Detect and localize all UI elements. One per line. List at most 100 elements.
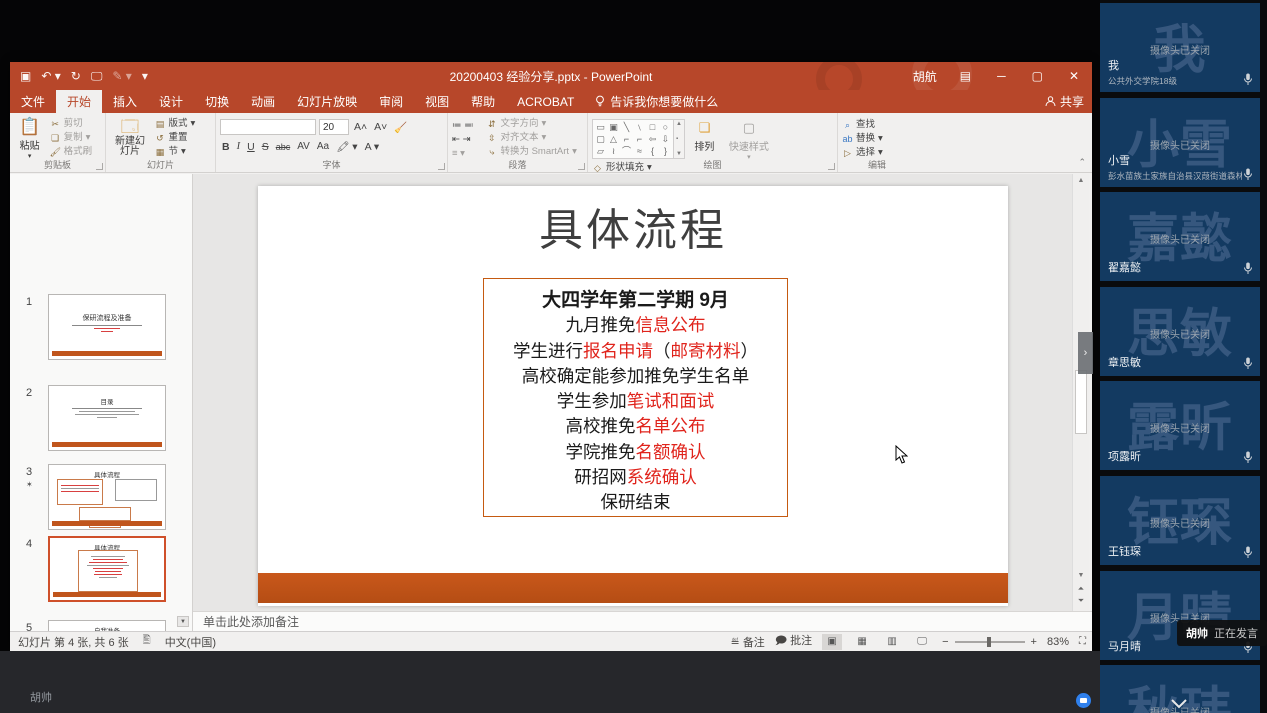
shapes-gallery[interactable]: ▭▣╲﹨□○▢△⌐⌐⇦⇩▱≀⌒≈{} (592, 119, 674, 159)
font-style-button-abc[interactable]: abc (274, 142, 293, 152)
collapse-ribbon-icon[interactable]: ⌃ (1078, 157, 1086, 168)
start-slideshow-icon[interactable]: 🖵 (91, 69, 103, 84)
align-text-button[interactable]: ⇳对齐文本 ▾ (486, 132, 576, 144)
floating-share-indicator[interactable] (1076, 693, 1091, 708)
scroll-down-icon[interactable]: ▼ (1073, 572, 1089, 579)
tab-视图[interactable]: 视图 (414, 90, 460, 113)
slide-text-line[interactable]: 研招网系统确认 (484, 465, 787, 490)
slide-text-box[interactable]: 大四学年第二学期 9月九月推免信息公布学生进行报名申请（邮寄材料）高校确定能参加… (483, 278, 788, 517)
ribbon-display-options-icon[interactable]: ▤ (947, 62, 984, 90)
shape-icon[interactable]: ╲ (620, 121, 633, 133)
zoom-level[interactable]: 83% (1047, 636, 1069, 648)
participant-tile-项露昕[interactable]: 露昕 摄像头已关闭 项露昕 (1100, 381, 1260, 470)
normal-view-button[interactable]: ▣ (822, 634, 842, 650)
tab-帮助[interactable]: 帮助 (460, 90, 506, 113)
shape-icon[interactable]: ⌐ (620, 133, 633, 145)
slide-thumbnail-4[interactable]: 具体流程 (48, 536, 166, 602)
font-style-button-AV[interactable]: AV (295, 141, 312, 152)
dialog-launcher-icon[interactable] (578, 163, 585, 170)
zoom-slider-thumb[interactable] (987, 637, 991, 647)
shape-icon[interactable]: ○ (659, 121, 672, 133)
shape-icon[interactable]: □ (646, 121, 659, 133)
new-slide-button[interactable]: 🗔 新建幻灯片 (110, 116, 150, 160)
slideshow-view-button[interactable]: 🖵 (912, 634, 932, 650)
comments-toggle-button[interactable]: 🗩 批注 (775, 632, 812, 651)
slide-text-line[interactable]: 大四学年第二学期 9月 (484, 288, 787, 313)
slide-text-line[interactable]: 高校确定能参加推免学生名单 (484, 364, 787, 389)
slide-number-status[interactable]: 幻灯片 第 4 张, 共 6 张 (18, 634, 129, 650)
slide-title[interactable]: 具体流程 (258, 194, 1008, 258)
language-status[interactable]: 中文(中国) (165, 634, 216, 650)
arrange-button[interactable]: ❏ 排列 (689, 116, 719, 160)
cut-button[interactable]: ✂剪切 (50, 118, 93, 130)
customize-qat-icon[interactable]: ▾ (142, 69, 148, 83)
reading-view-button[interactable]: ▥ (882, 634, 902, 650)
shapes-gallery-scroll[interactable]: ▲▪▼ (674, 119, 685, 159)
copy-button[interactable]: ❏复制 ▾ (50, 132, 93, 144)
reset-button[interactable]: ↺重置 (154, 132, 195, 144)
find-button[interactable]: ⌕查找 (842, 119, 883, 131)
slide-text-line[interactable]: 学院推免名额确认 (484, 440, 787, 465)
slide-sorter-view-button[interactable]: ▦ (852, 634, 872, 650)
tab-幻灯片放映[interactable]: 幻灯片放映 (286, 90, 368, 113)
replace-button[interactable]: ab替换 ▾ (842, 133, 883, 145)
slide-text-line[interactable]: 高校推免名单公布 (484, 414, 787, 439)
font-style-button-I[interactable]: I (235, 141, 243, 152)
slide-text-line[interactable]: 学生参加笔试和面试 (484, 389, 787, 414)
shape-icon[interactable]: ⇩ (659, 133, 672, 145)
zoom-out-icon[interactable]: − (942, 636, 948, 648)
font-style-button-S[interactable]: S (260, 141, 271, 153)
slide-text-line[interactable]: 学生进行报名申请（邮寄材料） (484, 339, 787, 364)
shape-icon[interactable]: ≀ (607, 145, 620, 157)
participant-tile-小雪[interactable]: 小雪 摄像头已关闭 小雪 彭水苗族土家族自治县汉葭街道森林希望小学 (1100, 98, 1260, 187)
slide-text-line[interactable]: 九月推免信息公布 (484, 313, 787, 338)
shape-icon[interactable]: } (659, 145, 672, 157)
shape-icon[interactable]: ⌒ (620, 145, 633, 157)
bullets-icon[interactable]: ≔ ≕ (452, 120, 482, 132)
undo-icon[interactable]: ↶ ▾ (41, 69, 60, 83)
tab-文件[interactable]: 文件 (10, 90, 56, 113)
tab-设计[interactable]: 设计 (148, 90, 194, 113)
section-button[interactable]: ▦节 ▾ (154, 146, 195, 158)
slide-text-line[interactable]: 保研结束 (484, 490, 787, 515)
minimize-button[interactable]: ─ (984, 62, 1019, 90)
font-style-button-B[interactable]: B (220, 141, 232, 153)
scroll-up-icon[interactable]: ▲ (1073, 177, 1089, 184)
paste-button[interactable]: 📋 粘贴▾ (14, 116, 45, 160)
clear-format-icon[interactable]: 🧹 (392, 121, 409, 134)
grow-font-icon[interactable]: A˄ (352, 121, 369, 133)
share-button[interactable]: 共享 (1045, 90, 1084, 113)
highlight-button[interactable]: 🖍 ▾ (334, 140, 360, 153)
tell-me-box[interactable]: 告诉我你想要做什么 (585, 90, 728, 113)
zoom-in-icon[interactable]: + (1031, 636, 1037, 648)
dialog-launcher-icon[interactable] (96, 163, 103, 170)
participant-tile-我[interactable]: 我 摄像头已关闭 我 公共外交学院18级 (1100, 3, 1260, 92)
slide-canvas[interactable]: 具体流程 大四学年第二学期 9月九月推免信息公布学生进行报名申请（邮寄材料）高校… (258, 186, 1008, 606)
format-painter-button[interactable]: 🖌格式刷 (50, 146, 93, 158)
notes-pane[interactable]: 单击此处添加备注 (193, 611, 1092, 631)
tab-插入[interactable]: 插入 (102, 90, 148, 113)
tab-审阅[interactable]: 审阅 (368, 90, 414, 113)
shape-icon[interactable]: ▱ (594, 145, 607, 157)
font-color-button[interactable]: A ▾ (363, 141, 382, 153)
tab-动画[interactable]: 动画 (240, 90, 286, 113)
shape-icon[interactable]: ▣ (607, 121, 620, 133)
save-icon[interactable]: ▣ (20, 69, 31, 83)
accessibility-icon[interactable]: 🖺 (143, 633, 151, 650)
font-style-button-Aa[interactable]: Aa (315, 141, 331, 152)
shape-icon[interactable]: △ (607, 133, 620, 145)
slide-thumbnail-3[interactable]: 具体流程 (48, 464, 166, 530)
tab-开始[interactable]: 开始 (56, 90, 102, 113)
smartart-button[interactable]: ⤷转换为 SmartArt ▾ (486, 146, 576, 158)
tab-切换[interactable]: 切换 (194, 90, 240, 113)
thumbnail-scroll-down-icon[interactable]: ▼ (177, 616, 189, 627)
dialog-launcher-icon[interactable] (438, 163, 445, 170)
participant-tile-马月晴[interactable]: 月晴 摄像头已关闭 马月晴 (1100, 571, 1260, 660)
dialog-launcher-icon[interactable] (828, 163, 835, 170)
tab-ACROBAT[interactable]: ACROBAT (506, 90, 585, 113)
previous-slide-button[interactable]: ⏶ (1073, 584, 1089, 594)
shape-icon[interactable]: ≈ (633, 145, 646, 157)
shape-icon[interactable]: ⌐ (633, 133, 646, 145)
shape-icon[interactable]: ⇦ (646, 133, 659, 145)
scrollbar-thumb[interactable] (1075, 370, 1087, 434)
